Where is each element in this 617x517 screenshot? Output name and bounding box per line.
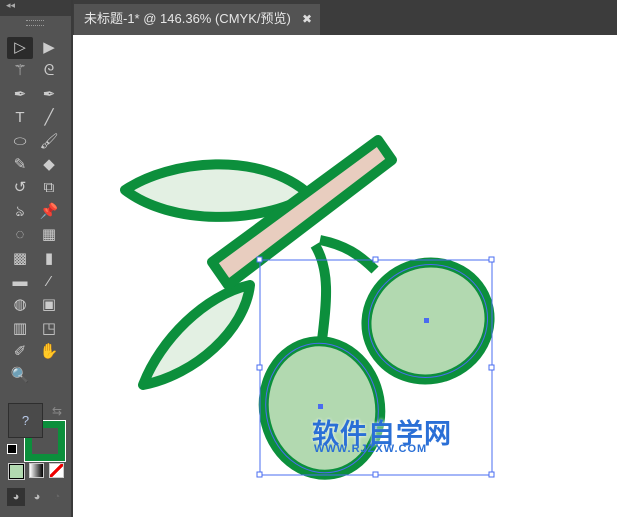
watermark-url: WWW.RJZXW.COM bbox=[314, 443, 428, 455]
fill-swatch[interactable]: ? bbox=[8, 403, 43, 438]
cherry-artwork[interactable] bbox=[0, 0, 617, 517]
cherry-stem-left bbox=[310, 242, 332, 341]
bottom-leaf bbox=[138, 280, 255, 390]
